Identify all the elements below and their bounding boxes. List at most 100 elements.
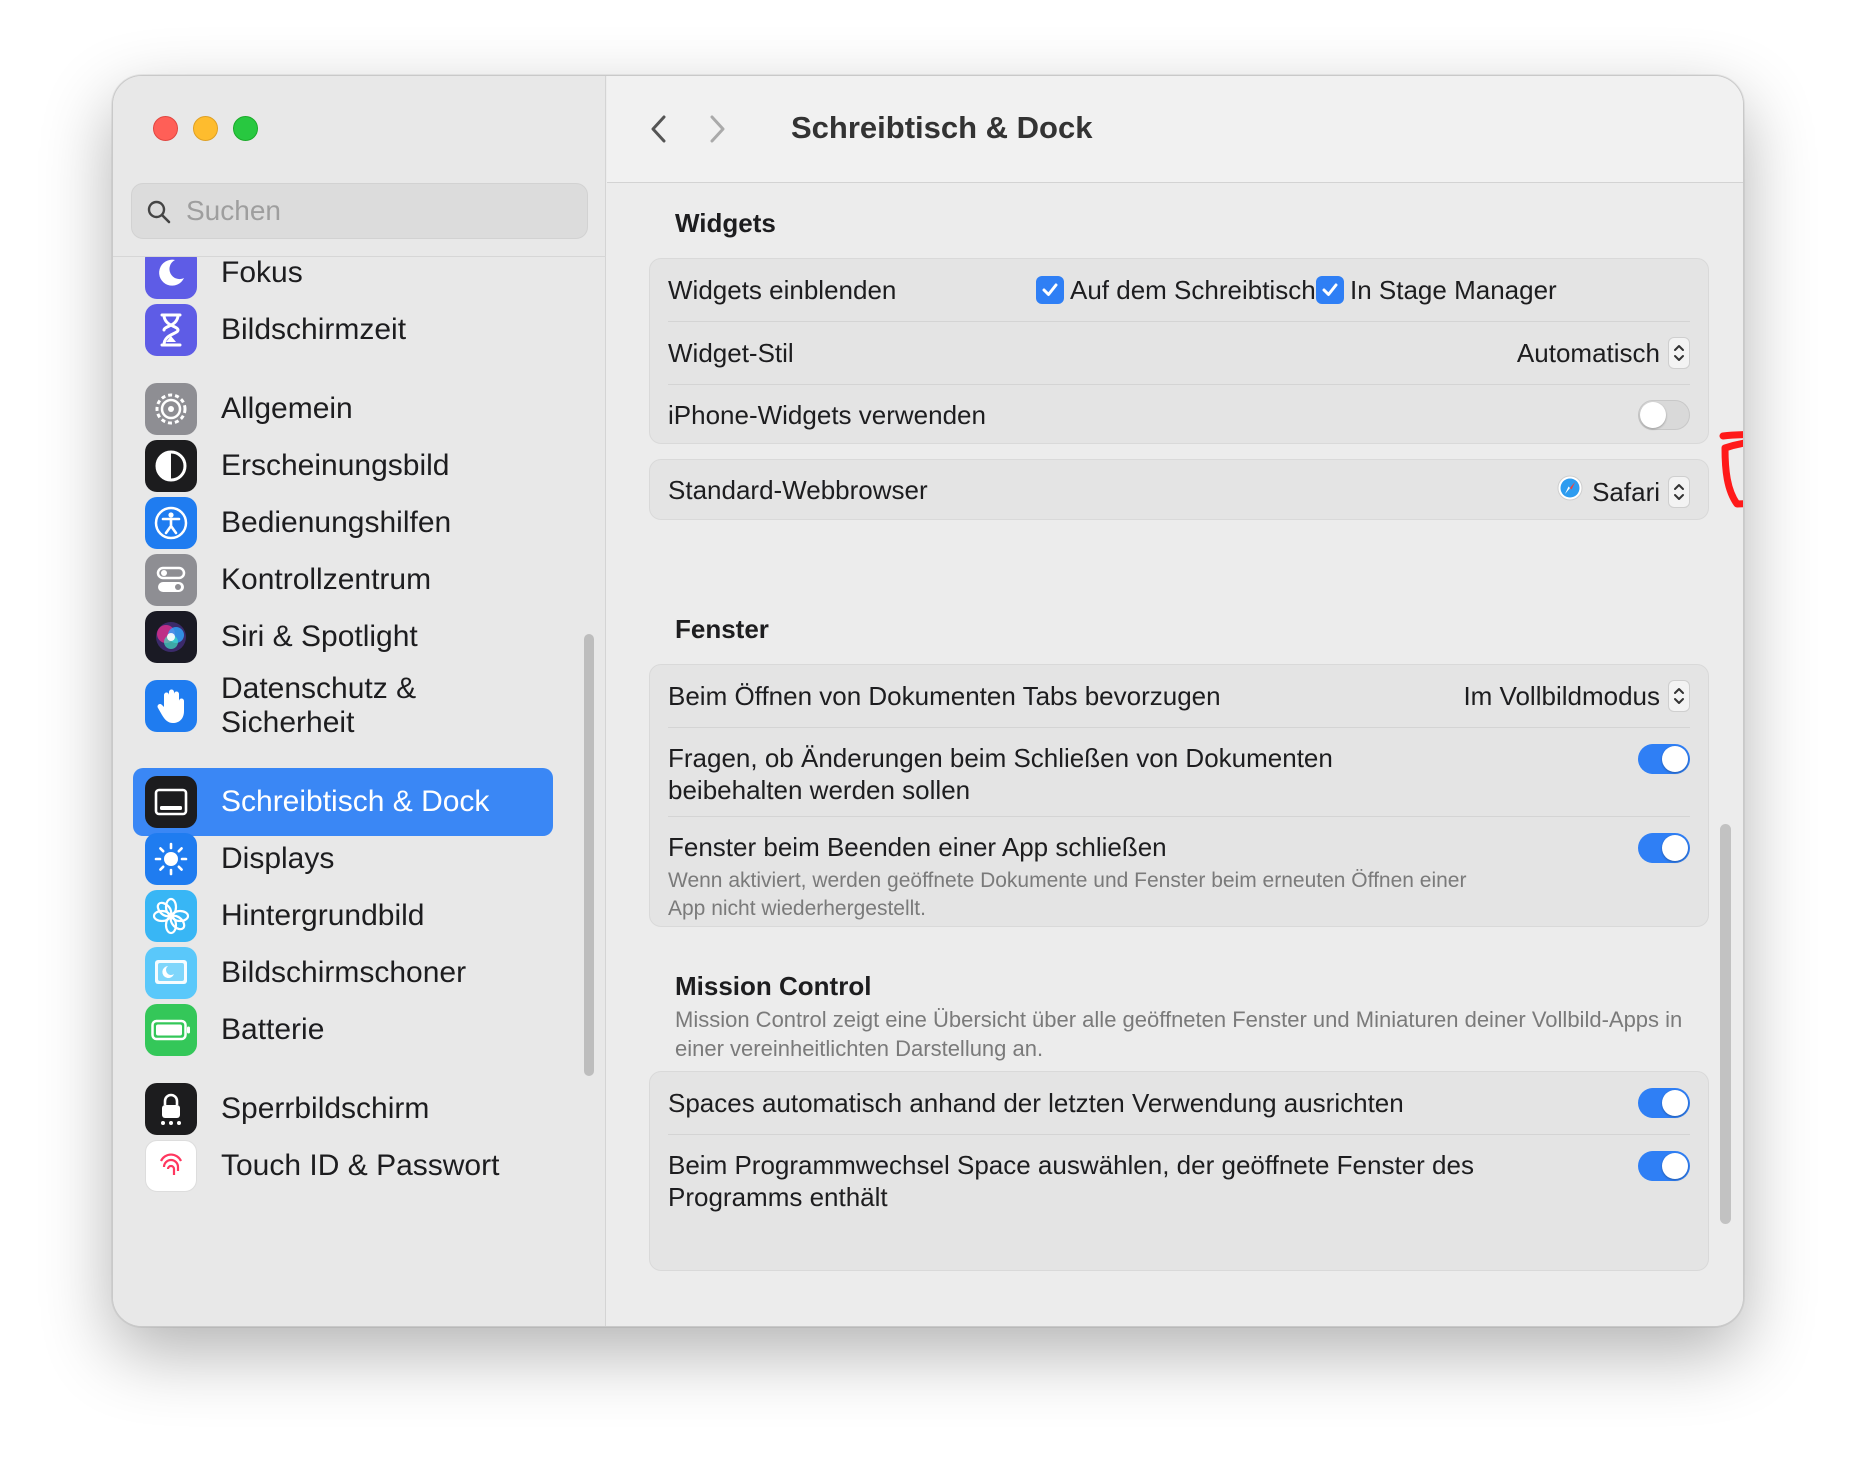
search-input[interactable] [186,184,576,238]
sidebar-item-label: Schreibtisch & Dock [221,785,490,818]
chevron-right-icon [710,115,725,143]
minimize-button[interactable] [193,116,218,141]
widgets-card: Widgets einblenden Auf dem Schreibtisch … [649,258,1709,444]
switch-space-label: Beim Programmwechsel Space auswählen, de… [668,1150,1474,1212]
screensaver-icon [145,947,197,999]
spaces-auto-label: Spaces automatisch anhand der letzten Ve… [668,1088,1404,1118]
prefer-tabs-popup[interactable]: Im Vollbildmodus [1463,680,1690,712]
prefer-tabs-label: Beim Öffnen von Dokumenten Tabs bevorzug… [668,681,1221,711]
flower-icon [145,890,197,942]
widgets-show-row: Widgets einblenden Auf dem Schreibtisch … [650,259,1708,321]
sidebar-item-batterie[interactable]: Batterie [133,996,553,1064]
sidebar-scrollbar[interactable] [584,634,594,1076]
desktop-checkbox-label[interactable]: Auf dem Schreibtisch [1070,274,1316,306]
iphone-widgets-label: iPhone-Widgets verwenden [668,400,986,430]
forward-button[interactable] [703,112,733,146]
window-controls [153,116,258,141]
sidebar-item-label: Datenschutz & Sicherheit [221,672,417,739]
switch-space-toggle[interactable] [1638,1151,1690,1181]
default-browser-label: Standard-Webbrowser [668,475,928,505]
widgets-section-title: Widgets [675,208,776,238]
desktop-checkbox[interactable] [1036,276,1064,304]
sidebar-list: Fokus Bildschirmzeit Allgemein Erscheinu… [113,257,606,1326]
sidebar-item-label: Allgemein [221,392,353,425]
chevron-left-icon [651,115,666,143]
toggle-knob [1662,835,1688,861]
dock-icon [145,776,197,828]
content-scrollbar[interactable] [1720,824,1731,1224]
sidebar-item-bildschirmzeit[interactable]: Bildschirmzeit [133,296,553,364]
stage-manager-checkbox[interactable] [1316,276,1344,304]
sidebar-item-label: Erscheinungsbild [221,449,450,482]
switch-space-row: Beim Programmwechsel Space auswählen, de… [650,1135,1708,1225]
sidebar-item-label: Bildschirmschoner [221,956,467,989]
lock-icon [145,1083,197,1135]
sidebar-item-label: Siri & Spotlight [221,620,418,653]
iphone-widgets-toggle[interactable] [1638,400,1690,430]
gear-icon [145,383,197,435]
close-windows-label: Fenster beim Beenden einer App schließen [668,832,1167,862]
annotation-highlight-icon [1719,431,1743,508]
widget-style-row: Widget-Stil Automatisch [650,322,1708,384]
hourglass-icon [145,304,197,356]
safari-icon [1556,474,1584,509]
default-browser-popup[interactable]: Safari [1556,474,1690,509]
toggle-knob [1662,746,1688,772]
mission-control-card: Spaces automatisch anhand der letzten Ve… [649,1071,1709,1271]
toggle-knob [1662,1090,1688,1116]
settings-window: Fokus Bildschirmzeit Allgemein Erscheinu… [112,75,1744,1327]
back-button[interactable] [643,112,673,146]
appearance-icon [145,440,197,492]
widget-style-value: Automatisch [1516,338,1660,368]
prefer-tabs-row: Beim Öffnen von Dokumenten Tabs bevorzug… [650,665,1708,727]
sidebar-item-label: Batterie [221,1013,325,1046]
sidebar-item-label: Displays [221,842,335,875]
widget-style-popup[interactable]: Automatisch [1517,337,1690,369]
widgets-show-label: Widgets einblenden [668,275,897,305]
sidebar-item-label: Bedienungshilfen [221,506,452,539]
sun-icon [145,833,197,885]
moon-icon [145,257,197,299]
sidebar-item-datenschutz[interactable]: Datenschutz & Sicherheit [133,660,553,752]
spaces-auto-toggle[interactable] [1638,1088,1690,1118]
close-windows-toggle[interactable] [1638,833,1690,863]
windows-card: Beim Öffnen von Dokumenten Tabs bevorzug… [649,664,1709,927]
widget-style-label: Widget-Stil [668,338,794,368]
ask-keep-changes-label: Fragen, ob Änderungen beim Schließen von… [668,743,1333,805]
sidebar-item-label: Hintergrundbild [221,899,425,932]
battery-icon [145,1004,197,1056]
sidebar: Fokus Bildschirmzeit Allgemein Erscheinu… [113,76,606,1326]
close-windows-description: Wenn aktiviert, werden geöffnete Dokumen… [668,869,1467,920]
hand-icon [145,680,197,732]
close-button[interactable] [153,116,178,141]
fingerprint-icon [145,1140,197,1192]
sidebar-item-label: Sperrbildschirm [221,1092,430,1125]
browser-card: Standard-Webbrowser Safari [649,459,1709,520]
settings-content: Widgets Widgets einblenden Auf dem Schre… [607,184,1743,1326]
iphone-widgets-row: iPhone-Widgets verwenden [650,385,1708,445]
sidebar-item-label: Fokus [221,257,303,289]
toolbar: Schreibtisch & Dock [607,76,1743,183]
maximize-button[interactable] [233,116,258,141]
checkmark-icon [1322,283,1338,296]
updown-chevron-icon [1668,337,1690,369]
sidebar-item-touch-id[interactable]: Touch ID & Passwort [133,1132,553,1200]
control-center-icon [145,554,197,606]
sidebar-item-label: Bildschirmzeit [221,313,407,346]
accessibility-icon [145,497,197,549]
toggle-knob [1640,402,1666,428]
spaces-auto-row: Spaces automatisch anhand der letzten Ve… [650,1072,1708,1134]
sidebar-item-label: Touch ID & Passwort [221,1149,500,1182]
stage-manager-checkbox-label[interactable]: In Stage Manager [1350,274,1557,306]
page-title: Schreibtisch & Dock [791,110,1093,145]
prefer-tabs-value: Im Vollbildmodus [1463,681,1660,711]
siri-icon [145,611,197,663]
toggle-knob [1662,1153,1688,1179]
ask-keep-changes-toggle[interactable] [1638,744,1690,774]
updown-chevron-icon [1668,680,1690,712]
updown-chevron-icon [1668,475,1690,508]
main-pane: Schreibtisch & Dock Widgets Widgets einb… [607,76,1743,1326]
search-icon [147,200,171,224]
search-field[interactable] [131,183,588,239]
mission-control-title: Mission Control [675,971,872,1001]
